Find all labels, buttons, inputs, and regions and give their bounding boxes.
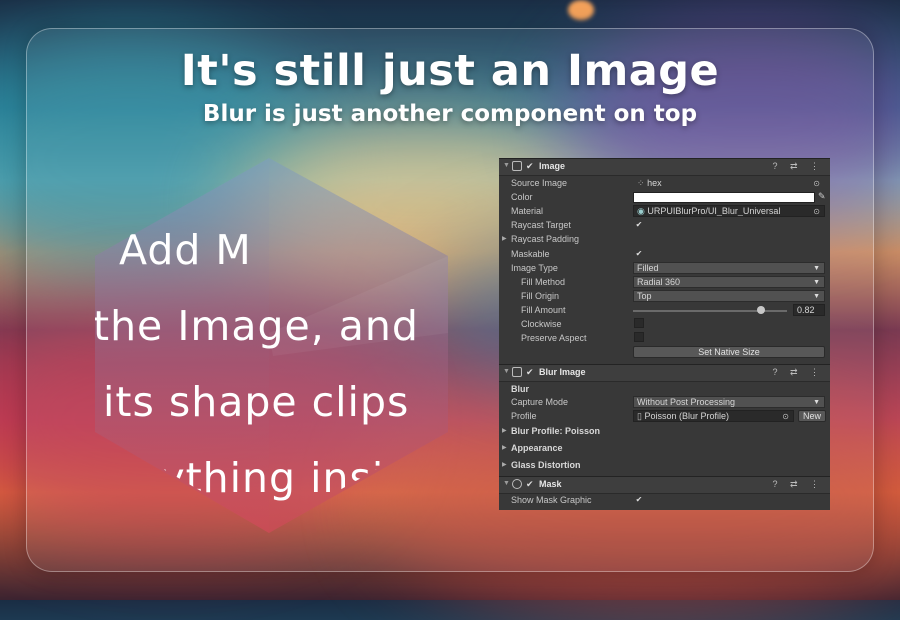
field-label: Profile xyxy=(511,411,537,421)
foldout-label: Glass Distortion xyxy=(511,460,581,470)
page-subtitle: Blur is just another component on top xyxy=(202,101,698,127)
component-header-icons[interactable]: ? ⇄ ⋮ xyxy=(772,479,824,490)
foldout-arrow-icon[interactable]: ▼ xyxy=(503,480,510,487)
maskable-checkbox[interactable]: ✔ xyxy=(634,248,644,258)
material-icon: ◉ xyxy=(637,206,645,216)
set-native-size-row: Set Native Size xyxy=(499,346,830,360)
eyedropper-icon[interactable]: ✎ xyxy=(818,191,826,202)
dropdown-arrow-icon: ▼ xyxy=(813,265,820,272)
show-mask-graphic-row: Show Mask Graphic ✔ xyxy=(499,494,830,508)
foldout-arrow-icon[interactable]: ▼ xyxy=(503,162,510,169)
blur-image-component-icon xyxy=(512,367,522,377)
show-mask-graphic-checkbox[interactable]: ✔ xyxy=(634,494,644,504)
field-label: Source Image xyxy=(511,178,568,188)
foldout-label: Appearance xyxy=(511,443,563,453)
object-picker-icon[interactable]: ⊙ xyxy=(813,178,820,188)
image-type-row: Image Type Filled ▼ xyxy=(499,262,830,276)
fill-origin-row: Fill Origin Top ▼ xyxy=(499,290,830,304)
fill-method-row: Fill Method Radial 360 ▼ xyxy=(499,276,830,290)
field-label: Show Mask Graphic xyxy=(511,495,592,505)
foldout-arrow-icon[interactable]: ▶ xyxy=(502,444,507,451)
field-label: Capture Mode xyxy=(511,397,569,407)
component-header-icons[interactable]: ? ⇄ ⋮ xyxy=(772,367,824,378)
inspector-panel: ▼ ✔ Image ? ⇄ ⋮ Source Image ⁘ hex ⊙ Col… xyxy=(499,158,830,510)
field-label: Fill Amount xyxy=(521,305,566,315)
preserve-aspect-checkbox[interactable] xyxy=(634,332,644,342)
section-label: Blur xyxy=(511,384,529,394)
field-label: Fill Method xyxy=(521,277,566,287)
image-component-icon xyxy=(512,161,522,171)
image-component-header[interactable]: ▼ ✔ Image ? ⇄ ⋮ xyxy=(499,158,830,176)
page-title: It's still just an Image xyxy=(180,46,720,96)
preserve-aspect-row: Preserve Aspect xyxy=(499,332,830,346)
image-type-dropdown[interactable]: Filled ▼ xyxy=(633,262,825,274)
foldout-row[interactable]: ▶ Glass Distortion xyxy=(499,459,830,473)
field-label: Fill Origin xyxy=(521,291,560,301)
maskable-row: Maskable ✔ xyxy=(499,248,830,262)
object-picker-icon[interactable]: ⊙ xyxy=(782,411,789,421)
component-header-icons[interactable]: ? ⇄ ⋮ xyxy=(772,161,824,172)
enabled-check-icon[interactable]: ✔ xyxy=(526,367,534,378)
foldout-row[interactable]: ▶ Blur Profile: Poisson xyxy=(499,425,830,439)
field-label: Color xyxy=(511,192,533,202)
fill-amount-row: Fill Amount 0.82 xyxy=(499,304,830,318)
field-label: Maskable xyxy=(511,249,550,259)
component-name: Image xyxy=(539,161,566,171)
dropdown-arrow-icon: ▼ xyxy=(813,293,820,300)
raycast-target-row: Raycast Target ✔ xyxy=(499,219,830,233)
foldout-label: Blur Profile: Poisson xyxy=(511,426,601,436)
dropdown-arrow-icon: ▼ xyxy=(813,279,820,286)
clockwise-row: Clockwise xyxy=(499,318,830,332)
fill-method-dropdown[interactable]: Radial 360 ▼ xyxy=(633,276,825,288)
dropdown-arrow-icon: ▼ xyxy=(813,399,820,406)
material-row: Material ◉ URPUIBlurPro/UI_Blur_Universa… xyxy=(499,205,830,219)
foldout-arrow-icon[interactable]: ▶ xyxy=(502,461,507,468)
field-label: Material xyxy=(511,206,544,216)
field-label: Clockwise xyxy=(521,319,562,329)
clockwise-checkbox[interactable] xyxy=(634,318,644,328)
demo-text-line: Add M xyxy=(119,226,252,274)
sprite-icon: ⁘ xyxy=(637,178,645,188)
capture-mode-dropdown[interactable]: Without Post Processing ▼ xyxy=(633,396,825,408)
mask-component-icon xyxy=(512,479,522,489)
foldout-row[interactable]: ▶ Appearance xyxy=(499,442,830,456)
foldout-arrow-icon[interactable]: ▶ xyxy=(502,427,507,434)
profile-row: Profile ▯ Poisson (Blur Profile) ⊙ New xyxy=(499,410,830,424)
color-row: Color ✎ xyxy=(499,191,830,205)
component-name: Mask xyxy=(539,479,562,489)
component-name: Blur Image xyxy=(539,367,586,377)
field-label: Raycast Padding xyxy=(511,234,580,244)
fill-amount-input[interactable]: 0.82 xyxy=(793,304,825,316)
enabled-check-icon[interactable]: ✔ xyxy=(526,479,534,490)
field-label: Raycast Target xyxy=(511,220,571,230)
new-profile-button[interactable]: New xyxy=(798,410,826,422)
enabled-check-icon[interactable]: ✔ xyxy=(526,161,534,172)
raycast-target-checkbox[interactable]: ✔ xyxy=(634,219,644,229)
capture-mode-row: Capture Mode Without Post Processing ▼ xyxy=(499,396,830,410)
color-swatch[interactable] xyxy=(633,192,815,203)
object-picker-icon[interactable]: ⊙ xyxy=(813,206,820,216)
field-label: Image Type xyxy=(511,263,558,273)
raycast-padding-row[interactable]: ▶ Raycast Padding xyxy=(499,233,830,247)
blur-image-component-header[interactable]: ▼ ✔ Blur Image ? ⇄ ⋮ xyxy=(499,364,830,382)
material-field[interactable]: ◉ URPUIBlurPro/UI_Blur_Universal ⊙ xyxy=(633,205,825,217)
foldout-arrow-icon[interactable]: ▼ xyxy=(503,368,510,375)
source-image-row: Source Image ⁘ hex ⊙ xyxy=(499,177,830,191)
source-image-field[interactable]: ⁘ hex ⊙ xyxy=(633,177,825,189)
slider-handle[interactable] xyxy=(757,306,765,314)
mask-component-header[interactable]: ▼ ✔ Mask ? ⇄ ⋮ xyxy=(499,476,830,494)
field-label: Preserve Aspect xyxy=(521,333,587,343)
profile-field[interactable]: ▯ Poisson (Blur Profile) ⊙ xyxy=(633,410,794,422)
set-native-size-button[interactable]: Set Native Size xyxy=(633,346,825,358)
foldout-arrow-icon[interactable]: ▶ xyxy=(502,235,507,242)
fill-origin-dropdown[interactable]: Top ▼ xyxy=(633,290,825,302)
blur-section-row: Blur xyxy=(499,383,830,397)
asset-icon: ▯ xyxy=(637,411,642,421)
